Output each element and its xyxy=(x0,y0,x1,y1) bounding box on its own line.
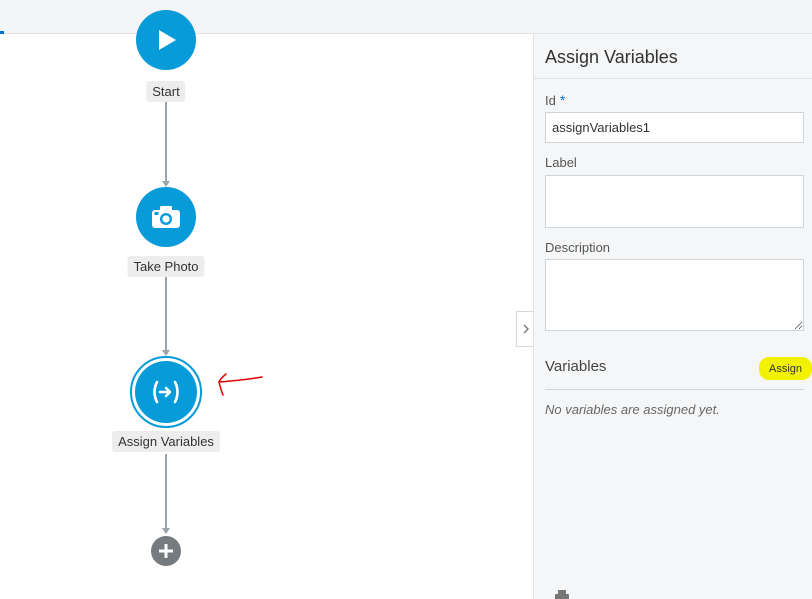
collapse-panel-button[interactable] xyxy=(516,311,534,347)
label-input[interactable] xyxy=(545,175,804,228)
annotation-arrow-icon xyxy=(218,373,263,396)
required-marker: * xyxy=(559,92,566,108)
label-field-label: Label xyxy=(545,155,577,170)
variables-empty-message: No variables are assigned yet. xyxy=(545,402,720,417)
properties-panel: Assign Variables Id* Label Description V… xyxy=(533,34,812,599)
take-photo-node-label[interactable]: Take Photo xyxy=(127,256,205,277)
flow-canvas[interactable]: Start Take Photo Assign Variables xyxy=(0,10,534,599)
id-input[interactable] xyxy=(545,112,804,143)
start-node[interactable] xyxy=(136,10,196,70)
add-node-button[interactable] xyxy=(151,536,181,566)
camera-icon xyxy=(152,206,180,228)
top-toolbar xyxy=(0,0,812,34)
connector-start-to-photo xyxy=(165,102,167,185)
description-field-label: Description xyxy=(545,240,611,255)
assign-variables-icon xyxy=(153,380,179,404)
chevron-right-icon xyxy=(523,324,529,334)
divider xyxy=(545,389,804,390)
connector-assign-to-add xyxy=(165,454,167,530)
connector-photo-to-assign xyxy=(165,277,167,352)
take-photo-node[interactable] xyxy=(136,187,196,247)
assign-variables-node[interactable] xyxy=(130,356,202,428)
play-icon xyxy=(159,30,176,50)
print-icon[interactable] xyxy=(555,590,569,599)
id-label-text: Id xyxy=(545,93,556,108)
assign-variables-node-body xyxy=(135,361,197,423)
plus-icon xyxy=(159,544,173,558)
id-field-label: Id * xyxy=(545,92,565,108)
panel-title: Assign Variables xyxy=(545,47,678,67)
description-textarea[interactable] xyxy=(545,259,804,331)
variables-section-title: Variables xyxy=(545,358,607,375)
assign-button[interactable]: Assign xyxy=(759,357,812,380)
start-node-label[interactable]: Start xyxy=(146,81,186,102)
assign-variables-node-label[interactable]: Assign Variables xyxy=(112,431,220,452)
connector-arrow xyxy=(162,528,170,534)
divider xyxy=(534,78,812,79)
